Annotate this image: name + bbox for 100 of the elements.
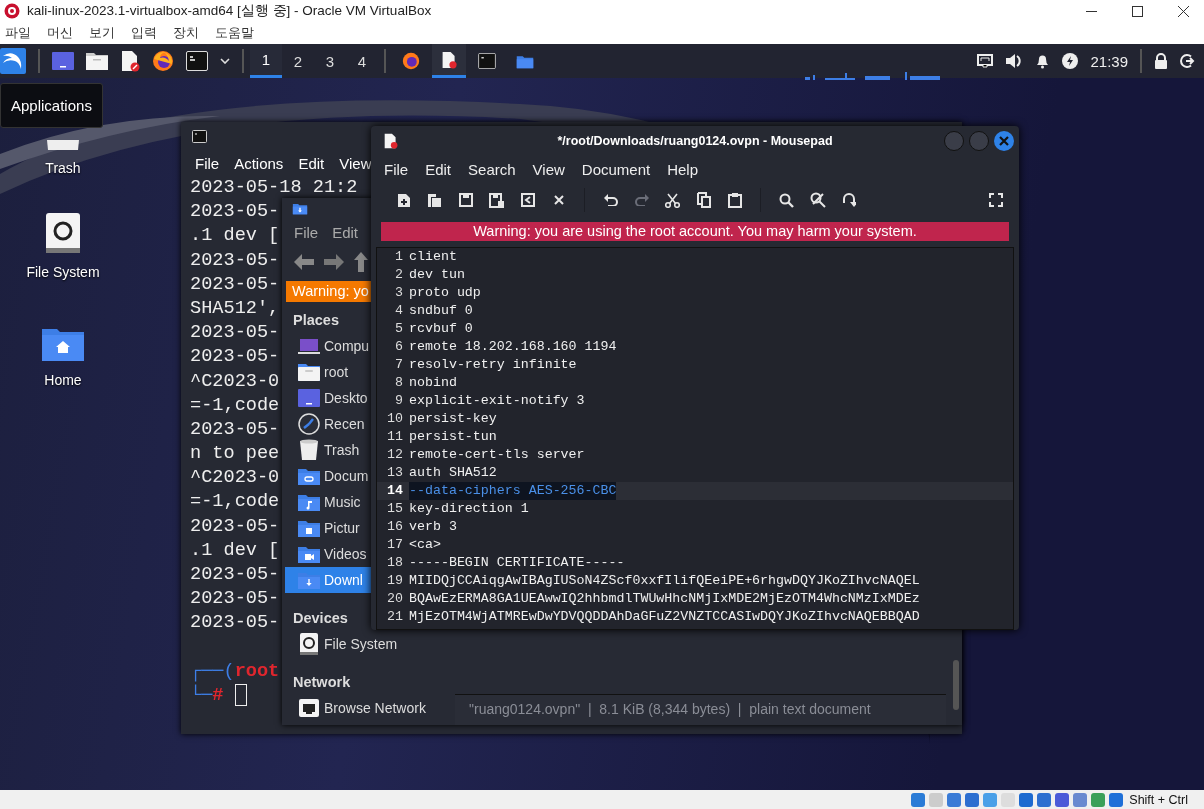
menu-item[interactable]: Edit: [298, 154, 325, 172]
scissors-icon[interactable]: [665, 192, 680, 208]
mouse-icon[interactable]: [1054, 791, 1071, 808]
status-text: "ruang0124.ovpn" | 8.1 KiB (8,344 bytes) | plain text document: [469, 701, 871, 717]
menu-item[interactable]: File: [294, 223, 319, 241]
logout-icon[interactable]: [1180, 53, 1196, 69]
code-line: proto udp: [409, 284, 481, 302]
menu-item[interactable]: 입력: [131, 24, 157, 42]
text-editor-icon[interactable]: [120, 50, 140, 72]
menu-item[interactable]: File: [195, 154, 220, 172]
sidebar-item[interactable]: Recen: [285, 411, 371, 437]
menu-item[interactable]: Help: [667, 160, 699, 178]
line-number: 1: [394, 248, 403, 266]
dragon-logo-icon[interactable]: [0, 48, 26, 74]
code-line: verb 3: [409, 518, 457, 536]
line-number: 2: [394, 266, 403, 284]
sidebar-item[interactable]: File System: [285, 631, 455, 657]
sidebar-item[interactable]: Deskto: [285, 385, 371, 411]
caret-icon[interactable]: [220, 58, 230, 64]
menu-item[interactable]: 장치: [173, 24, 199, 42]
code-line: nobind: [409, 374, 457, 392]
save-as-icon[interactable]: [488, 192, 505, 208]
sidebar-item[interactable]: Trash: [285, 437, 371, 463]
menu-item[interactable]: View: [532, 160, 565, 178]
undo-icon[interactable]: [603, 194, 618, 206]
terminal-line: 2023-05-18 21:2: [190, 176, 358, 200]
clock[interactable]: 21:39: [1090, 52, 1128, 70]
section-heading: Network: [292, 673, 351, 692]
display-icon[interactable]: [1018, 791, 1035, 808]
terminal-icon[interactable]: [186, 51, 208, 71]
home-folder-icon[interactable]: [41, 326, 85, 362]
workspace-button[interactable]: 2: [282, 44, 314, 78]
sidebar-item[interactable]: Browse Network: [285, 695, 455, 721]
workspace-button[interactable]: 3: [314, 44, 346, 78]
desktop-icon-label[interactable]: File System: [26, 264, 100, 280]
taskbar-button[interactable]: [432, 44, 466, 78]
capture-icon[interactable]: [1036, 791, 1053, 808]
menu-item[interactable]: Edit: [332, 223, 359, 241]
sidebar-item[interactable]: Compu: [285, 333, 371, 359]
code-line: MjEzOTM4WjATMREwDwYDVQQDDAhDaGFuZ2VNZTCCASIwDQYJKoZIhvcNAQEBBQAD: [409, 608, 920, 626]
new-window-icon[interactable]: [427, 192, 442, 208]
trash-icon[interactable]: [45, 140, 81, 150]
close-icon[interactable]: [1178, 5, 1189, 17]
desktop-icon-label[interactable]: Home: [44, 372, 82, 388]
back-arrow-icon[interactable]: [294, 254, 314, 270]
menu-item[interactable]: 보기: [89, 24, 115, 42]
menu-item[interactable]: 머신: [47, 24, 73, 42]
menu-item[interactable]: View: [339, 154, 372, 172]
bell-icon[interactable]: [1035, 53, 1051, 69]
save-icon[interactable]: [458, 193, 473, 207]
sidebar-item[interactable]: Pictur: [285, 515, 371, 541]
downloads-folder-icon: [292, 202, 308, 215]
forward-arrow-icon[interactable]: [324, 254, 344, 270]
menu-item[interactable]: Edit: [425, 160, 452, 178]
sidebar-item[interactable]: Downl: [285, 567, 371, 593]
sidebar-item[interactable]: root: [285, 359, 371, 385]
globe-icon[interactable]: [1090, 791, 1107, 808]
copy-icon[interactable]: [696, 192, 711, 208]
new-document-icon[interactable]: [396, 192, 411, 208]
line-number: 7: [394, 356, 403, 374]
clipboard-icon[interactable]: [727, 192, 742, 208]
menu-item[interactable]: File: [384, 160, 409, 178]
download-icon[interactable]: [1108, 791, 1125, 808]
code-line: client: [409, 248, 457, 266]
cpu-icon[interactable]: [1072, 791, 1089, 808]
workspace-button[interactable]: 1: [250, 44, 282, 78]
revert-icon[interactable]: [520, 193, 535, 207]
fullscreen-icon[interactable]: [989, 193, 1003, 207]
laptop-icon: [297, 337, 321, 355]
network-icon: [297, 698, 321, 718]
text-area[interactable]: [376, 247, 1014, 630]
menu-item[interactable]: 파일: [5, 24, 31, 42]
line-number: 10: [386, 410, 403, 428]
find-replace-icon[interactable]: [809, 192, 826, 208]
menu-item[interactable]: 도움말: [215, 24, 254, 42]
sidebar-item[interactable]: Docum: [285, 463, 371, 489]
maximize-icon[interactable]: [1132, 5, 1143, 17]
line-number: 3: [394, 284, 403, 302]
code-line: -----BEGIN CERTIFICATE-----: [409, 554, 625, 572]
menu-item[interactable]: Search: [468, 160, 516, 178]
ethernet-icon[interactable]: [977, 54, 994, 68]
scrollbar[interactable]: [953, 660, 959, 710]
sidebar-item[interactable]: Videos: [285, 541, 371, 567]
up-arrow-icon[interactable]: [354, 252, 368, 272]
terminal-line: 2023-05-: [190, 248, 280, 273]
firefox-icon[interactable]: [152, 50, 174, 72]
sidebar-item[interactable]: Music: [285, 489, 371, 515]
search-icon[interactable]: [779, 192, 794, 208]
jump-icon[interactable]: [841, 193, 856, 207]
desktop-icon-label[interactable]: Trash: [45, 160, 81, 176]
volume-icon[interactable]: [1005, 53, 1024, 69]
audio-icon[interactable]: [946, 791, 963, 808]
network-icon[interactable]: [964, 791, 981, 808]
folder-icon[interactable]: [86, 52, 108, 70]
drive-icon[interactable]: [45, 212, 81, 254]
menu-item[interactable]: Actions: [234, 154, 284, 172]
power-icon[interactable]: [1062, 53, 1079, 69]
menu-item[interactable]: Document: [581, 160, 651, 178]
lock-icon[interactable]: [1154, 53, 1168, 69]
workspace-button[interactable]: 4: [346, 44, 378, 78]
